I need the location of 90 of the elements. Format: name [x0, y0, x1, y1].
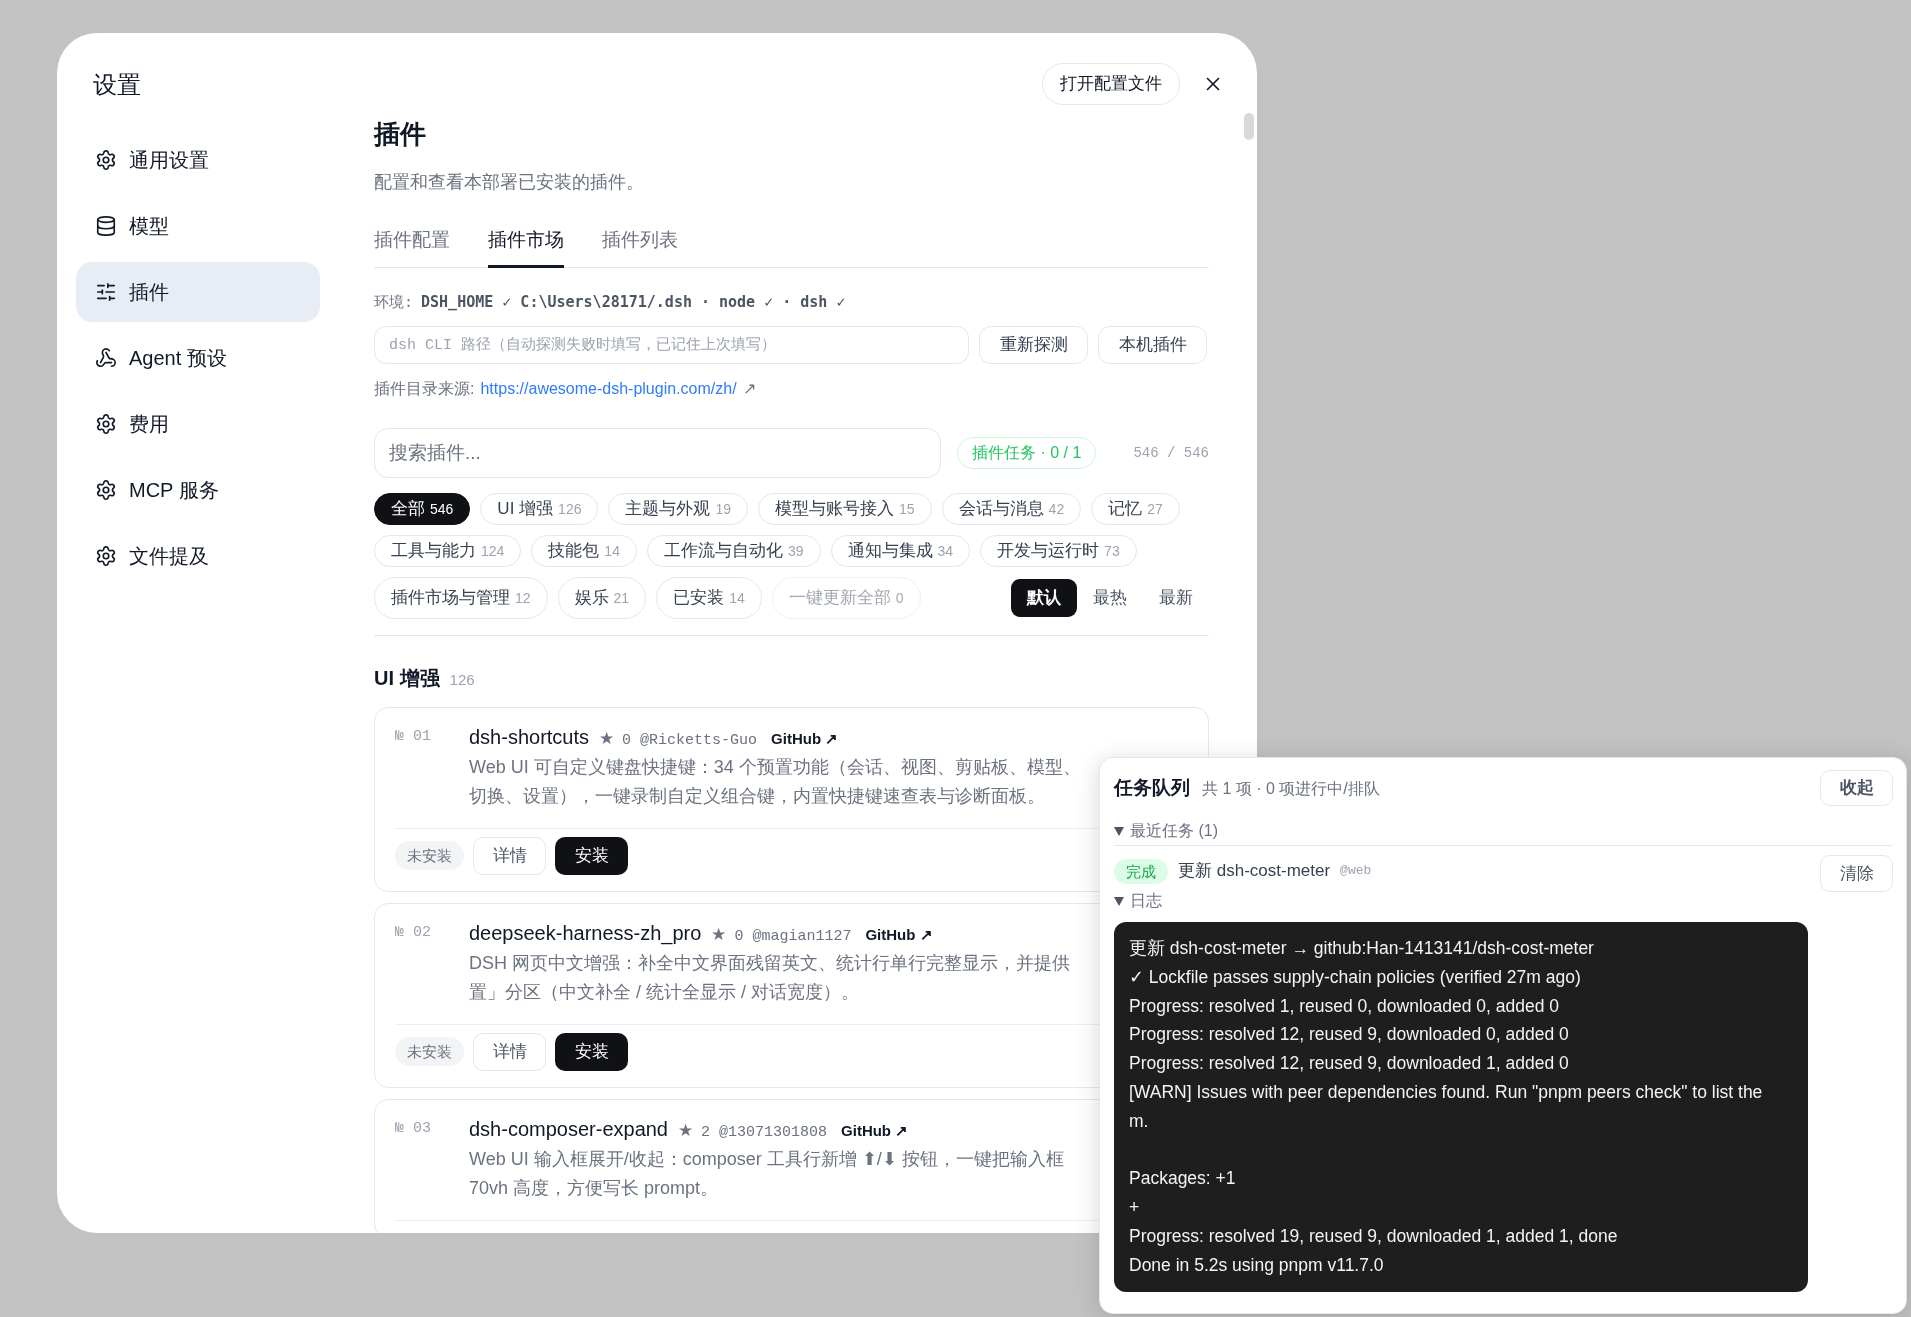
source-label: 插件目录来源: — [374, 379, 475, 399]
filter-chip[interactable]: 已安装 14 — [656, 577, 762, 619]
filter-chip[interactable]: 娱乐 21 — [557, 577, 647, 619]
tab[interactable]: 插件市场 — [488, 228, 564, 268]
install-status: 未安装 — [395, 1037, 464, 1066]
sort-option[interactable]: 默认 — [1011, 579, 1077, 617]
author-handle: @magian1127 — [752, 926, 852, 947]
nodes-icon — [95, 347, 117, 369]
filter-chip[interactable]: UI 增强 126 — [480, 493, 599, 525]
install-button[interactable]: 安装 — [555, 836, 628, 875]
sidebar-item[interactable]: Agent 预设 — [76, 328, 320, 388]
plugin-name: deepseek-harness-zh_pro — [469, 920, 702, 947]
page-description: 配置和查看本部署已安装的插件。 — [374, 171, 645, 194]
star-icon: ★ — [678, 1116, 693, 1145]
plugin-number: № 01 — [395, 726, 432, 747]
sidebar-item[interactable]: MCP 服务 — [76, 460, 320, 520]
install-status: 未安装 — [395, 841, 464, 870]
sidebar-item[interactable]: 文件提及 — [76, 526, 320, 586]
star-count: 2 — [701, 1122, 710, 1143]
filter-chip[interactable]: 工具与能力 124 — [374, 535, 522, 567]
filter-chip[interactable]: 会话与消息 42 — [941, 493, 1082, 525]
redetect-button[interactable]: 重新探测 — [979, 326, 1088, 364]
plugin-name: dsh-shortcuts — [469, 724, 590, 750]
external-link-arrow: ↗ — [742, 379, 756, 399]
tab[interactable]: 插件配置 — [374, 228, 450, 268]
plugin-description: Web UI 可自定义键盘快捷键：34 个预置功能（会话、视图、剪贴板、模型、 切换、设置），一键录制自定义组合键，内置快捷键速查表与诊断面板。 — [469, 755, 1081, 808]
star-icon: ★ — [711, 920, 727, 949]
task-title: 更新 dsh-cost-meter — [1178, 860, 1331, 883]
log-label[interactable]: 日志 — [1130, 890, 1162, 912]
sidebar-item[interactable]: 费用 — [76, 394, 320, 454]
gear-icon — [95, 413, 117, 435]
sidebar-item[interactable]: 通用设置 — [76, 130, 320, 190]
plugin-number: № 02 — [395, 922, 432, 943]
star-icon: ★ — [599, 724, 615, 753]
filter-chip[interactable]: 通知与集成 34 — [830, 535, 971, 567]
panel-title: 任务队列 — [1114, 775, 1190, 800]
task-status-badge: 完成 — [1114, 858, 1168, 884]
details-button[interactable]: 详情 — [473, 1032, 546, 1071]
gear-icon — [95, 545, 117, 567]
author-handle: @Ricketts-Guo — [640, 730, 758, 751]
collapse-button[interactable]: 收起 — [1820, 770, 1893, 806]
caret-down-icon[interactable] — [1114, 826, 1124, 836]
filter-chip[interactable]: 工作流与自动化 39 — [646, 535, 821, 567]
section-count: 126 — [449, 670, 475, 690]
sort-option[interactable]: 最热 — [1077, 579, 1143, 617]
filter-chip[interactable]: 开发与运行时 73 — [980, 535, 1137, 567]
panel-summary: 共 1 项 · 0 项进行中/排队 — [1202, 778, 1380, 799]
catalog-link[interactable]: https://awesome-dsh-plugin.com/zh/ — [480, 379, 737, 399]
cli-path-field[interactable]: dsh CLI 路径（自动探测失败时填写，已记住上次填写） — [374, 326, 969, 364]
sort-option[interactable]: 最新 — [1143, 579, 1209, 617]
plugin-name: dsh-composer-expand — [469, 1116, 668, 1142]
filter-chip[interactable]: 插件市场与管理 12 — [374, 577, 548, 619]
filter-chip[interactable]: 全部 546 — [374, 493, 471, 525]
search-field[interactable]: 搜索插件... — [374, 428, 941, 478]
sidebar-item[interactable]: 插件 — [76, 262, 320, 322]
environment-label: 环境: — [374, 294, 413, 314]
task-source: @web — [1340, 862, 1372, 881]
author-handle: @13071301808 — [719, 1122, 828, 1143]
environment-status: DSH_HOME ✓ C:\Users\28171/.dsh · node ✓ · dsh ✓ — [421, 292, 846, 312]
source-link[interactable]: GitHub ↗ — [841, 1116, 909, 1145]
sidebar-title: 设置 — [92, 70, 142, 100]
local-plugins-button[interactable]: 本机插件 — [1098, 326, 1207, 364]
plugin-number: № 03 — [395, 1118, 432, 1139]
plugin-description: DSH 网页中文增强：补全中文界面残留英文、统计行单行完整显示，并提供 置」分区（中文补全 / 统计全显示 / 对话宽度）。 — [469, 951, 1070, 1004]
install-button[interactable]: 安装 — [555, 1032, 628, 1071]
star-count: 0 — [622, 730, 632, 751]
source-link[interactable]: GitHub ↗ — [865, 920, 933, 949]
clear-button[interactable]: 清除 — [1820, 855, 1893, 892]
source-link[interactable]: GitHub ↗ — [771, 724, 839, 753]
gear-icon — [95, 149, 117, 171]
plugin-description: Web UI 输入框展开/收起：composer 工具行新增 ⬆/⬇ 按钮，一键把输入框 70vh 高度，方便写长 prompt。 — [469, 1147, 1064, 1200]
star-count: 0 — [734, 926, 744, 947]
log-output: 更新 dsh-cost-meter → github:Han-1413141/dsh-cost-meter ✓ Lockfile passes supply-chain policies (verified 27m ago) Progress: resolved 1, reused 0, downloaded 0, added 0 Progress: resolved 12, reused 9, downloaded 0, added 0 Progress: resolved 12, reused 9, downloaded 1, added 0 [WARN] Issues with peer dependencies found. Run "pnpm peers check" to list them. Packages: +1 + Progress: resolved 19, reused 9, downloaded 1, added 1, done Done in 5.2s using pnpm v11.7.0 — [1114, 922, 1808, 1292]
result-count: 546 / 546 — [1133, 443, 1209, 463]
gear-icon — [95, 479, 117, 501]
filter-chip[interactable]: 技能包 14 — [531, 535, 637, 567]
recent-tasks-label[interactable]: 最近任务 (1) — [1130, 820, 1218, 842]
scrollbar-thumb[interactable] — [1244, 113, 1254, 140]
tab[interactable]: 插件列表 — [602, 228, 678, 268]
section-title: UI 增强 — [374, 666, 440, 691]
page-title: 插件 — [374, 118, 427, 151]
database-icon — [95, 215, 117, 237]
filter-chip[interactable]: 主题与外观 19 — [608, 493, 749, 525]
open-config-button[interactable]: 打开配置文件 — [1042, 63, 1180, 105]
sidebar-item[interactable]: 模型 — [76, 196, 320, 256]
sliders-icon — [95, 281, 117, 303]
details-button[interactable]: 详情 — [473, 836, 546, 875]
filter-chip[interactable]: 模型与账号接入 15 — [758, 493, 932, 525]
caret-down-icon[interactable] — [1114, 896, 1124, 906]
filter-chip[interactable]: 记忆 27 — [1091, 493, 1180, 525]
